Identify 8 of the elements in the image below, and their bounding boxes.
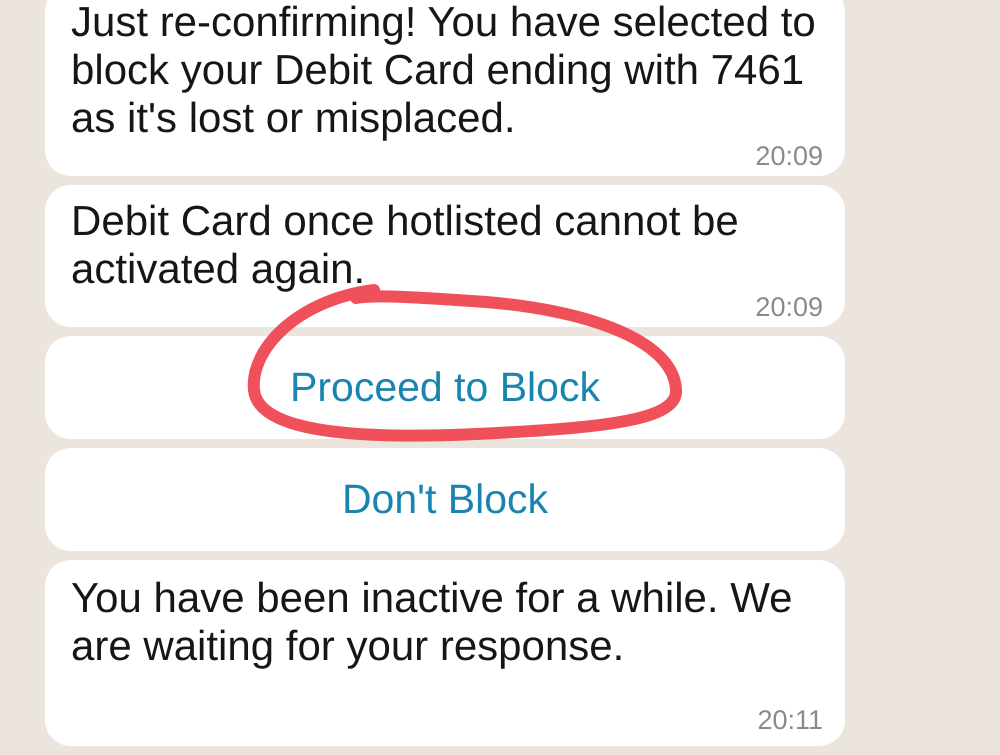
message-text: Just re-confirming! You have selected to block your Debit Card ending with 7461 as it's lost or misplaced. — [71, 0, 817, 142]
message-time: 20:09 — [754, 142, 823, 170]
message-text: You have been inactive for a while. We are waiting for your response. — [71, 574, 794, 670]
message-text: Debit Card once hotlisted cannot be activated again. — [71, 197, 740, 293]
reply-button[interactable]: Don't Block — [45, 448, 845, 551]
reply-button[interactable]: Proceed to Block — [45, 336, 845, 439]
message-time: 20:11 — [756, 706, 823, 734]
message-time: 20:09 — [754, 293, 823, 321]
